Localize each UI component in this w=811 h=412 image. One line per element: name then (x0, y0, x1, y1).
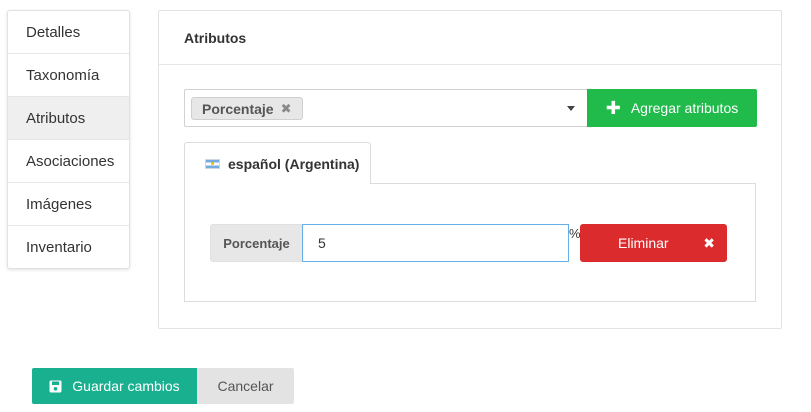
sidebar-item-atributos[interactable]: Atributos (8, 97, 129, 140)
attribute-select[interactable]: Porcentaje ✖ (184, 89, 588, 127)
cancel-label: Cancelar (217, 378, 274, 394)
save-label: Guardar cambios (72, 378, 180, 394)
selected-attribute-tag: Porcentaje ✖ (191, 97, 303, 120)
delete-attribute-button[interactable]: Eliminar ✖ (580, 224, 727, 262)
floppy-disk-icon (49, 380, 62, 393)
sidebar-item-detalles[interactable]: Detalles (8, 11, 129, 54)
sidebar-item-label: Taxonomía (26, 66, 100, 84)
sidebar-item-taxonomia[interactable]: Taxonomía (8, 54, 129, 97)
chevron-down-icon[interactable] (567, 106, 575, 111)
times-icon: ✖ (703, 235, 715, 251)
attribute-value-input[interactable] (302, 224, 569, 262)
sidebar-item-label: Detalles (26, 23, 81, 41)
tab-locale[interactable]: español (Argentina) (184, 142, 371, 184)
sidebar-item-label: Inventario (26, 239, 92, 256)
add-attributes-button[interactable]: ✚ Agregar atributos (587, 89, 757, 127)
tab-label: español (Argentina) (228, 155, 360, 172)
flag-argentina-icon (205, 158, 220, 169)
delete-label: Eliminar (618, 235, 669, 251)
sidebar-item-label: Asociaciones (26, 152, 115, 170)
sidebar-nav: Detalles Taxonomía Atributos Asociacione… (7, 10, 130, 269)
times-icon[interactable]: ✖ (281, 101, 292, 117)
sidebar-item-imagenes[interactable]: Imágenes (8, 183, 129, 226)
cancel-button[interactable]: Cancelar (197, 368, 294, 404)
attribute-label: Porcentaje (210, 224, 303, 262)
sidebar-item-label: Atributos (26, 109, 86, 127)
sidebar-item-inventario[interactable]: Inventario (8, 226, 129, 268)
plus-icon: ✚ (605, 98, 621, 118)
save-changes-button[interactable]: Guardar cambios (32, 368, 197, 404)
attributes-panel: Atributos Porcentaje ✖ ✚ Agregar atribut… (158, 10, 782, 329)
panel-title: Atributos (159, 11, 781, 65)
add-attributes-label: Agregar atributos (630, 100, 739, 116)
sidebar-item-asociaciones[interactable]: Asociaciones (8, 140, 129, 183)
sidebar-item-label: Imágenes (26, 195, 92, 213)
tag-label: Porcentaje (202, 100, 274, 117)
unit-label: % (569, 226, 581, 241)
